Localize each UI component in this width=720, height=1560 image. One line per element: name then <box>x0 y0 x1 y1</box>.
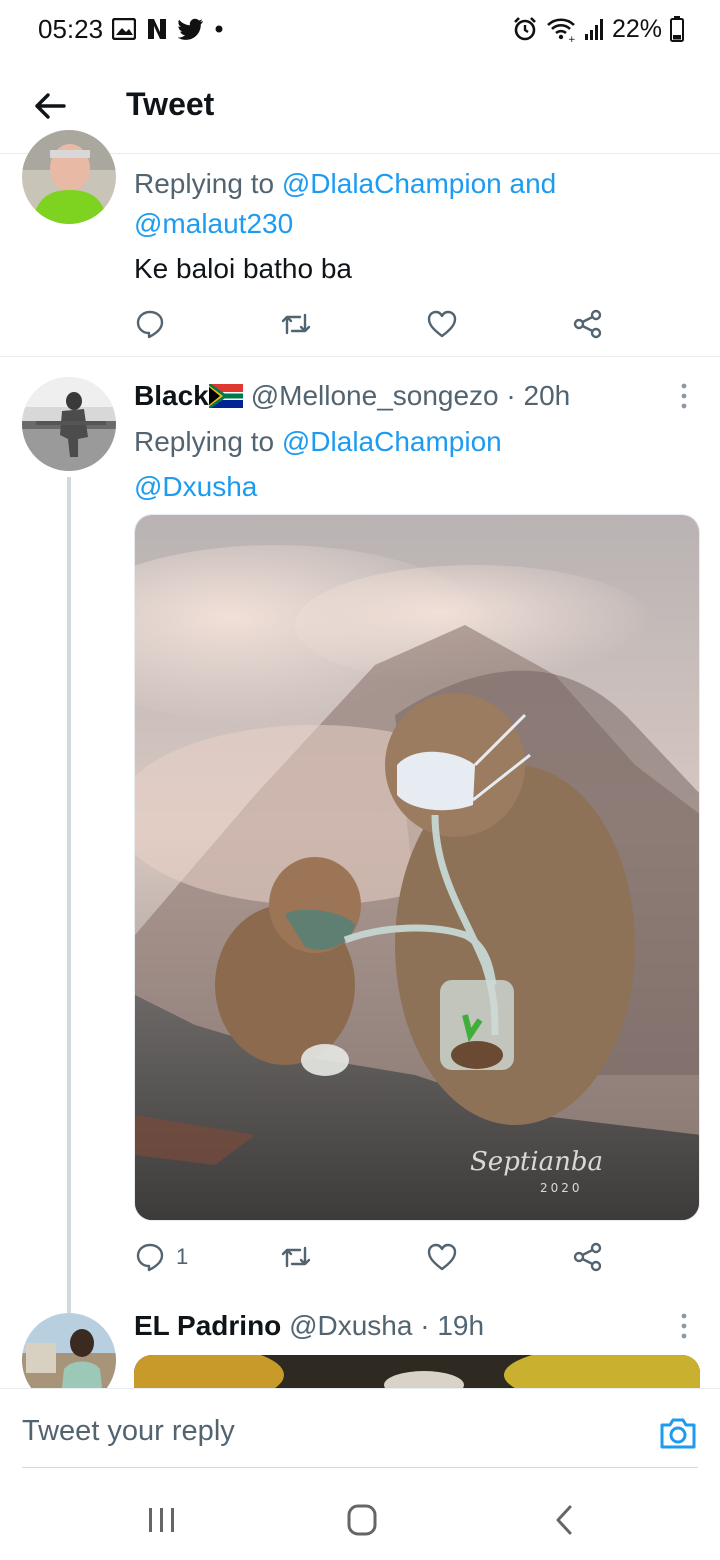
tweet-item[interactable]: Black @Mellone_songezo · 20h Replying to… <box>0 357 720 1317</box>
retweet-button[interactable] <box>280 304 312 344</box>
author-handle[interactable]: @Mellone_songezo · 20h <box>251 380 571 411</box>
tweet-media-image[interactable] <box>134 1355 700 1389</box>
input-underline <box>22 1467 698 1468</box>
wifi-icon: + <box>547 18 576 42</box>
like-icon <box>427 310 457 338</box>
reply-icon <box>136 310 164 339</box>
image-signature: Septianba <box>470 1147 603 1177</box>
share-button[interactable] <box>572 304 604 344</box>
tweet-author-line: Black @Mellone_songezo · 20h <box>134 377 674 415</box>
tweet-item[interactable]: EL Padrino @Dxusha · 19h <box>0 1297 720 1389</box>
share-icon <box>573 309 602 339</box>
more-options-icon[interactable] <box>676 381 692 411</box>
app-header: Tweet <box>0 58 720 154</box>
system-nav-bar <box>0 1480 720 1560</box>
alarm-icon <box>514 17 536 41</box>
retweet-button[interactable] <box>280 1237 312 1277</box>
back-arrow-icon[interactable] <box>30 86 70 126</box>
back-icon[interactable] <box>544 1502 584 1538</box>
replying-to-label: Replying to <box>134 426 282 457</box>
gallery-icon <box>112 18 136 40</box>
dot-icon <box>215 25 223 33</box>
avatar[interactable] <box>22 377 116 471</box>
author-handle[interactable]: @Dxusha · 19h <box>289 1310 484 1341</box>
more-options-icon[interactable] <box>676 1311 692 1341</box>
netflix-icon <box>148 19 166 39</box>
signal-icon <box>584 19 603 40</box>
page-title: Tweet <box>126 86 215 122</box>
recent-apps-icon[interactable] <box>142 1502 182 1538</box>
status-system-icons: + 22% <box>512 14 684 44</box>
replying-to-label: Replying to <box>134 168 282 199</box>
tweet-item[interactable]: Replying to @DlalaChampion and @malaut23… <box>0 130 720 358</box>
mention-link[interactable]: @DlalaChampion <box>282 426 502 457</box>
image-year: 2020 <box>540 1181 583 1195</box>
status-bar: 05:23 + 22% <box>0 0 720 58</box>
like-button[interactable] <box>426 1237 458 1277</box>
retweet-icon <box>281 1246 311 1268</box>
camera-icon[interactable] <box>658 1413 698 1453</box>
share-button[interactable] <box>572 1237 604 1277</box>
reply-composer: Tweet your reply <box>0 1388 720 1468</box>
tweet-media-image[interactable]: Septianba 2020 <box>134 514 700 1221</box>
tweet-text: Ke baloi batho ba <box>134 253 352 284</box>
tweet-author-line: EL Padrino @Dxusha · 19h <box>134 1307 674 1345</box>
status-time: 05:23 <box>38 14 104 44</box>
mention-link[interactable]: @DlalaChampion and <box>282 168 556 199</box>
replying-to: Replying to @DlalaChampion @Dxusha <box>134 419 674 509</box>
home-icon[interactable] <box>342 1502 382 1538</box>
tweet-actions: 1 <box>134 1237 614 1277</box>
mention-link[interactable]: @malaut230 <box>134 208 293 239</box>
thread-line <box>67 477 71 1317</box>
author-name[interactable]: Black <box>134 380 209 411</box>
twitter-icon <box>178 18 203 40</box>
retweet-icon <box>281 313 311 335</box>
author-name[interactable]: EL Padrino <box>134 1310 281 1341</box>
south-africa-flag-icon <box>208 384 243 408</box>
share-icon <box>573 1242 602 1272</box>
tweet-actions <box>134 304 614 344</box>
reply-input[interactable]: Tweet your reply <box>22 1415 235 1448</box>
avatar[interactable] <box>22 1313 116 1389</box>
replying-to: Replying to @DlalaChampion and @malaut23… <box>134 164 694 244</box>
svg-text:+: + <box>568 35 576 42</box>
mention-link[interactable]: @Dxusha <box>134 471 257 502</box>
like-button[interactable] <box>426 304 458 344</box>
status-notification-icons <box>112 16 224 42</box>
battery-percentage: 22% <box>611 14 662 43</box>
reply-button[interactable] <box>134 304 176 344</box>
avatar[interactable] <box>22 130 116 224</box>
reply-icon <box>136 1243 164 1272</box>
reply-button[interactable]: 1 <box>134 1237 188 1277</box>
reply-count: 1 <box>176 1244 189 1269</box>
battery-icon <box>670 16 684 42</box>
like-icon <box>427 1243 457 1271</box>
